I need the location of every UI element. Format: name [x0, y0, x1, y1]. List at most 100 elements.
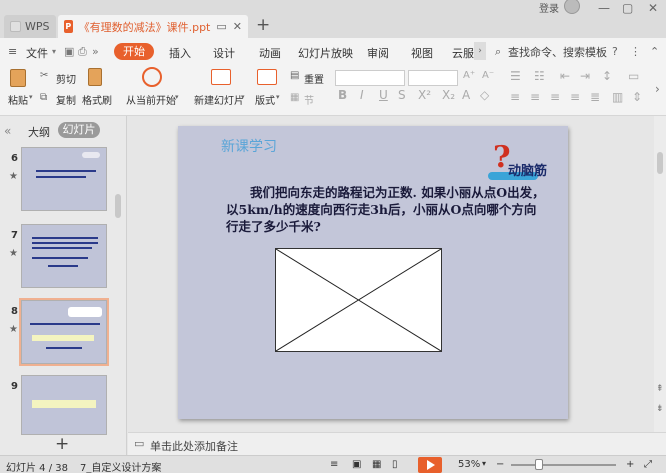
- play-slideshow-button[interactable]: [418, 457, 442, 473]
- next-slide-icon[interactable]: ⇟: [656, 404, 664, 414]
- more-quick-icon[interactable]: »: [92, 45, 99, 58]
- hamburger-icon[interactable]: ≡: [8, 45, 17, 58]
- panel-scrollbar[interactable]: [115, 194, 121, 218]
- menu-file[interactable]: 文件: [26, 45, 48, 61]
- bold-icon[interactable]: B: [338, 88, 347, 102]
- cut-button[interactable]: 剪切: [56, 71, 76, 86]
- format-painter-button[interactable]: 格式刷: [82, 92, 112, 107]
- chevron-down-icon[interactable]: ▾: [241, 93, 245, 101]
- close-window-icon[interactable]: ✕: [648, 2, 660, 14]
- collapse-panel-icon[interactable]: «: [4, 124, 11, 138]
- shrink-font-icon[interactable]: A⁻: [482, 70, 494, 81]
- section-button[interactable]: 节: [304, 92, 314, 107]
- fit-window-icon[interactable]: ⤢: [644, 459, 652, 470]
- paste-dropdown-icon[interactable]: ▾: [29, 93, 33, 101]
- chevron-down-icon[interactable]: ▾: [52, 47, 56, 56]
- reading-view-icon[interactable]: ▯: [392, 459, 398, 470]
- align-text-icon[interactable]: ⇕: [632, 90, 642, 104]
- command-search[interactable]: 查找命令、搜索模板: [508, 44, 607, 60]
- slide-thumbnail-7[interactable]: [21, 224, 107, 288]
- grow-font-icon[interactable]: A⁺: [463, 70, 475, 81]
- text-direction-icon[interactable]: ▭: [628, 69, 639, 83]
- new-tab-button[interactable]: +: [256, 15, 270, 35]
- more-options-icon[interactable]: ⋮: [630, 45, 641, 58]
- tab-outline[interactable]: 大纲: [28, 124, 50, 140]
- zoom-slider-track[interactable]: [511, 464, 616, 466]
- paste-icon[interactable]: [10, 69, 26, 87]
- numbered-list-icon[interactable]: ☷: [534, 69, 545, 83]
- justify-icon[interactable]: ≡: [570, 90, 580, 104]
- canvas-scrollbar[interactable]: ⇞ ⇟: [654, 116, 666, 432]
- strikethrough-icon[interactable]: S: [398, 88, 406, 102]
- chevron-down-icon[interactable]: ▾: [175, 93, 179, 101]
- tab-cloud[interactable]: 云服务: [452, 45, 474, 61]
- current-slide[interactable]: 新课学习 ? 动脑筋 我们把向东走的路程记为正数. 如果小丽从点O出发，以5km…: [178, 126, 568, 419]
- tab-slides[interactable]: 幻灯片: [58, 122, 100, 138]
- tab-review[interactable]: 审阅: [367, 45, 389, 61]
- save-icon[interactable]: ▣: [64, 45, 74, 58]
- distribute-icon[interactable]: ≣: [590, 90, 600, 104]
- italic-icon[interactable]: I: [360, 88, 364, 102]
- slide-thumbnail-6[interactable]: [21, 147, 107, 211]
- align-left-icon[interactable]: ≡: [510, 90, 520, 104]
- indent-increase-icon[interactable]: ⇥: [580, 69, 590, 83]
- theme-name[interactable]: 7_自定义设计方案: [80, 459, 161, 473]
- collapse-ribbon-icon[interactable]: ⌃: [650, 45, 659, 58]
- monitor-icon[interactable]: ▭: [216, 20, 226, 33]
- notes-toggle-icon[interactable]: ≡: [330, 459, 338, 470]
- superscript-icon[interactable]: X²: [418, 88, 431, 102]
- bullet-list-icon[interactable]: ☰: [510, 69, 521, 83]
- underline-icon[interactable]: U: [379, 88, 388, 102]
- avatar-icon[interactable]: [564, 0, 580, 14]
- add-slide-button[interactable]: +: [55, 434, 69, 454]
- document-tab[interactable]: P 《有理数的减法》课件.ppt ▭ ✕: [58, 15, 248, 38]
- canvas-scroll-thumb[interactable]: [657, 152, 663, 174]
- chevron-down-icon[interactable]: ▾: [482, 459, 486, 468]
- login-link[interactable]: 登录: [539, 0, 559, 15]
- indent-decrease-icon[interactable]: ⇤: [560, 69, 570, 83]
- line-spacing-icon[interactable]: ↕: [602, 69, 612, 83]
- tabs-scroll-right-icon[interactable]: ›: [474, 42, 486, 60]
- zoom-out-button[interactable]: −: [496, 459, 504, 470]
- normal-view-icon[interactable]: ▣: [352, 459, 361, 470]
- layout-button[interactable]: 版式: [255, 92, 275, 107]
- prev-slide-icon[interactable]: ⇞: [656, 384, 664, 394]
- font-color-icon[interactable]: A: [462, 88, 470, 102]
- tab-animation[interactable]: 动画: [259, 45, 281, 61]
- tab-design[interactable]: 设计: [213, 45, 235, 61]
- slide-thumbnail-8[interactable]: [19, 298, 109, 366]
- tab-insert[interactable]: 插入: [169, 45, 191, 61]
- image-placeholder[interactable]: [275, 248, 442, 352]
- reset-button[interactable]: 重置: [304, 71, 324, 86]
- columns-icon[interactable]: ▥: [612, 90, 623, 104]
- clear-format-icon[interactable]: ◇: [480, 88, 489, 102]
- search-icon[interactable]: ⌕: [495, 45, 501, 59]
- copy-button[interactable]: 复制: [56, 92, 76, 107]
- help-icon[interactable]: ?: [612, 45, 618, 58]
- paste-button[interactable]: 粘贴: [8, 92, 28, 107]
- print-icon[interactable]: ⎙: [78, 45, 87, 59]
- minimize-icon[interactable]: —: [598, 2, 610, 14]
- tab-start[interactable]: 开始: [114, 43, 154, 60]
- question-text[interactable]: 我们把向东走的路程记为正数. 如果小丽从点O出发，以5km/h的速度向西行走3h…: [226, 184, 546, 235]
- zoom-in-button[interactable]: +: [626, 459, 634, 470]
- new-slide-button[interactable]: 新建幻灯片: [194, 92, 244, 107]
- tab-slideshow[interactable]: 幻灯片放映: [298, 45, 353, 61]
- font-name-field[interactable]: [335, 70, 405, 86]
- maximize-icon[interactable]: ▢: [622, 2, 634, 14]
- wps-home-tab[interactable]: WPS: [4, 15, 56, 38]
- close-tab-icon[interactable]: ✕: [233, 20, 242, 33]
- chevron-down-icon[interactable]: ▾: [276, 93, 280, 101]
- align-right-icon[interactable]: ≡: [550, 90, 560, 104]
- tab-view[interactable]: 视图: [411, 45, 433, 61]
- slide-sorter-icon[interactable]: ▦: [372, 459, 381, 470]
- subscript-icon[interactable]: X₂: [442, 88, 455, 102]
- zoom-slider-handle[interactable]: [535, 459, 543, 470]
- from-current-button[interactable]: 从当前开始: [126, 92, 176, 107]
- ribbon-scroll-right-icon[interactable]: ›: [655, 82, 660, 96]
- zoom-level[interactable]: 53%: [458, 459, 480, 470]
- slide-thumbnail-9[interactable]: [21, 375, 107, 435]
- notes-placeholder[interactable]: 单击此处添加备注: [150, 438, 238, 454]
- align-center-icon[interactable]: ≡: [530, 90, 540, 104]
- font-size-field[interactable]: [408, 70, 458, 86]
